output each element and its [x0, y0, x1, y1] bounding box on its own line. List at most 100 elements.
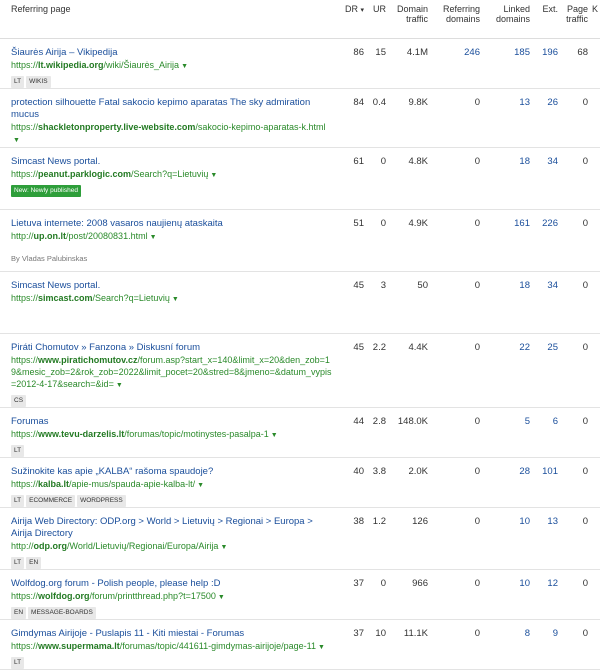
dr-value: 84 — [340, 88, 368, 148]
ext-value[interactable]: 9 — [534, 619, 562, 670]
tag-list: LT ECOMMERCE WORDPRESS — [11, 494, 334, 507]
linked-domains-value[interactable]: 28 — [484, 457, 534, 508]
sort-desc-icon: ▾ — [360, 7, 364, 14]
chevron-down-icon[interactable]: ▼ — [318, 644, 325, 651]
ur-value: 0.4 — [368, 88, 390, 148]
domain-traffic-value: 4.8K — [390, 147, 432, 210]
domain-traffic-value: 4.1M — [390, 38, 432, 89]
linked-domains-value[interactable]: 13 — [484, 88, 534, 148]
referring-page-cell: Forumas https://www.tevu-darzelis.lt/for… — [0, 407, 340, 458]
page-url-link[interactable]: https://lt.wikipedia.org/wiki/Šiaurės_Ai… — [11, 59, 334, 73]
tag-badge: LT — [11, 75, 25, 88]
chevron-down-icon[interactable]: ▼ — [116, 382, 123, 389]
dr-value: 37 — [340, 619, 368, 670]
referring-domains-value: 0 — [432, 407, 484, 458]
referring-domains-value: 0 — [432, 569, 484, 620]
chevron-down-icon[interactable]: ▼ — [271, 432, 278, 439]
url-path: /forum/printthread.php?t=17500 — [89, 590, 216, 601]
table-row: Forumas https://www.tevu-darzelis.lt/for… — [0, 407, 600, 458]
page-title-link[interactable]: Forumas — [11, 416, 334, 428]
page-url-link[interactable]: https://shackletonproperty.live-website.… — [11, 121, 334, 147]
referring-domains-value: 0 — [432, 88, 484, 148]
page-title-link[interactable]: Wolfdog.org forum - Polish people, pleas… — [11, 578, 334, 590]
page-title-link[interactable]: Lietuva internete: 2008 vasaros naujienų… — [11, 218, 334, 230]
page-url-link[interactable]: https://peanut.parklogic.com/Search?q=Li… — [11, 168, 334, 182]
chevron-down-icon[interactable]: ▼ — [220, 544, 227, 551]
chevron-down-icon[interactable]: ▼ — [172, 296, 179, 303]
table-row: Sužinokite kas apie „KALBA“ rašoma spaud… — [0, 457, 600, 508]
linked-domains-value[interactable]: 10 — [484, 507, 534, 570]
ext-value[interactable]: 6 — [534, 407, 562, 458]
col-keywords[interactable]: K — [592, 0, 600, 39]
ext-value[interactable]: 196 — [534, 38, 562, 89]
page-title-link[interactable]: Piráti Chomutov » Fanzona » Diskusní for… — [11, 342, 334, 354]
page-title-link[interactable]: Šiaurės Airija – Vikipedija — [11, 47, 334, 59]
page-title-link[interactable]: Simcast News portal. — [11, 280, 334, 292]
linked-domains-value[interactable]: 161 — [484, 209, 534, 272]
page-url-link[interactable]: https://kalba.lt/apie-mus/spauda-apie-ka… — [11, 478, 334, 492]
linked-domains-value[interactable]: 18 — [484, 271, 534, 334]
ext-value[interactable]: 13 — [534, 507, 562, 570]
page-url-link[interactable]: https://www.tevu-darzelis.lt/forumas/top… — [11, 428, 334, 442]
tag-badge: ECOMMERCE — [26, 494, 76, 507]
col-ur[interactable]: UR — [368, 0, 390, 39]
linked-domains-value[interactable]: 10 — [484, 569, 534, 620]
col-linked-domains[interactable]: Linked domains — [484, 0, 534, 39]
chevron-down-icon[interactable]: ▼ — [197, 482, 204, 489]
linked-domains-value[interactable]: 5 — [484, 407, 534, 458]
col-referring-page[interactable]: Referring page — [0, 0, 340, 39]
page-url-link[interactable]: https://www.supermama.lt/forumas/topic/4… — [11, 640, 334, 654]
col-ext[interactable]: Ext. — [534, 0, 562, 39]
keywords-value — [592, 88, 600, 148]
linked-domains-value[interactable]: 18 — [484, 147, 534, 210]
chevron-down-icon[interactable]: ▼ — [181, 63, 188, 70]
col-referring-domains[interactable]: Referring domains — [432, 0, 484, 39]
page-url-link[interactable]: https://wolfdog.org/forum/printthread.ph… — [11, 590, 334, 604]
page-title-link[interactable]: Sužinokite kas apie „KALBA“ rašoma spaud… — [11, 466, 334, 478]
chevron-down-icon[interactable]: ▼ — [13, 137, 20, 144]
page-title-link[interactable]: protection silhouette Fatal sakocio kepi… — [11, 97, 334, 121]
page-url-link[interactable]: https://simcast.com/Search?q=Lietuvių ▼ — [11, 292, 334, 306]
ur-value: 3 — [368, 271, 390, 334]
dr-value: 38 — [340, 507, 368, 570]
url-domain: kalba.lt — [38, 478, 70, 489]
url-domain: odp.org — [33, 540, 68, 551]
ext-value[interactable]: 34 — [534, 147, 562, 210]
page-url-link[interactable]: http://up.on.lt/post/20080831.html ▼ — [11, 230, 334, 244]
page-traffic-value: 0 — [562, 569, 592, 620]
page-title-link[interactable]: Gimdymas Airijoje - Puslapis 11 - Kiti m… — [11, 628, 334, 640]
linked-domains-value[interactable]: 22 — [484, 333, 534, 408]
page-url-link[interactable]: http://odp.org/World/Lietuvių/Regionai/E… — [11, 540, 334, 554]
tag-list: EN MESSAGE-BOARDS — [11, 606, 334, 619]
referring-page-cell: Simcast News portal. https://simcast.com… — [0, 271, 340, 334]
url-scheme: https:// — [11, 590, 39, 601]
ext-value[interactable]: 226 — [534, 209, 562, 272]
ext-value[interactable]: 26 — [534, 88, 562, 148]
domain-traffic-value: 4.9K — [390, 209, 432, 272]
linked-domains-value[interactable]: 8 — [484, 619, 534, 670]
tag-list: LT WIKIS — [11, 75, 334, 88]
ext-value[interactable]: 101 — [534, 457, 562, 508]
keywords-value — [592, 333, 600, 408]
col-page-traffic[interactable]: Page traffic — [562, 0, 592, 39]
referring-domains-value[interactable]: 246 — [432, 38, 484, 89]
table-row: Lietuva internete: 2008 vasaros naujienų… — [0, 209, 600, 272]
page-title-link[interactable]: Simcast News portal. — [11, 156, 334, 168]
tag-list: LT EN — [11, 556, 334, 569]
col-domain-traffic[interactable]: Domain traffic — [390, 0, 432, 39]
page-traffic-value: 0 — [562, 407, 592, 458]
page-url-link[interactable]: https://www.piratichomutov.cz/forum.asp?… — [11, 354, 334, 392]
ur-value: 2.8 — [368, 407, 390, 458]
chevron-down-icon[interactable]: ▼ — [210, 172, 217, 179]
col-dr[interactable]: DR ▾ — [340, 0, 368, 39]
ext-value[interactable]: 12 — [534, 569, 562, 620]
ext-value[interactable]: 34 — [534, 271, 562, 334]
page-title-link[interactable]: Airija Web Directory: ODP.org > World > … — [11, 516, 334, 540]
chevron-down-icon[interactable]: ▼ — [218, 594, 225, 601]
url-scheme: https:// — [11, 121, 39, 132]
linked-domains-value[interactable]: 185 — [484, 38, 534, 89]
ext-value[interactable]: 25 — [534, 333, 562, 408]
chevron-down-icon[interactable]: ▼ — [150, 234, 157, 241]
referring-domains-value: 0 — [432, 209, 484, 272]
url-path: /forumas/topic/motinystes-pasalpa-1 — [124, 428, 269, 439]
